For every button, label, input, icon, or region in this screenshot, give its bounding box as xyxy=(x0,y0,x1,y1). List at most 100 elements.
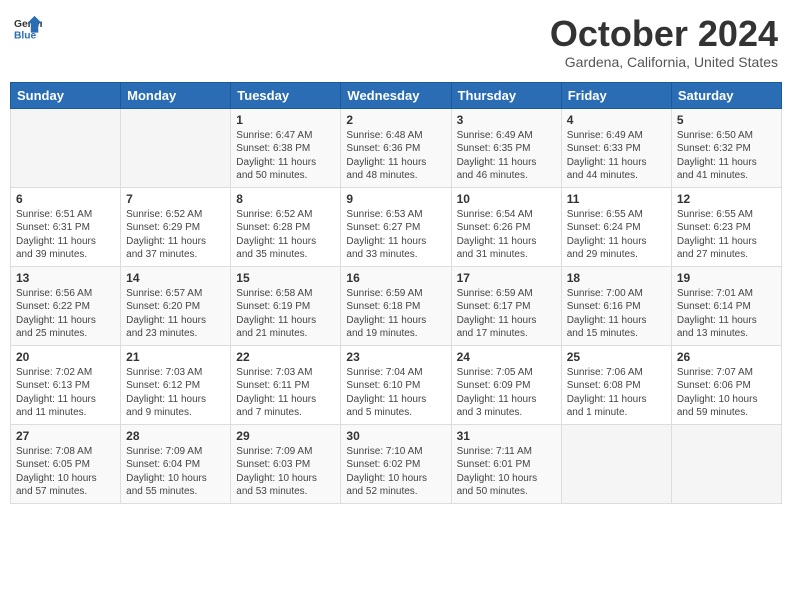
calendar-cell xyxy=(11,108,121,187)
cell-content: Sunrise: 7:00 AMSunset: 6:16 PMDaylight:… xyxy=(567,287,666,341)
sunrise-text: Sunrise: 7:01 AM xyxy=(677,287,776,301)
calendar-cell: 21Sunrise: 7:03 AMSunset: 6:12 PMDayligh… xyxy=(121,345,231,424)
sunrise-text: Sunrise: 6:55 AM xyxy=(567,208,666,222)
cell-content: Sunrise: 7:10 AMSunset: 6:02 PMDaylight:… xyxy=(346,445,445,499)
sunset-text: Sunset: 6:28 PM xyxy=(236,221,335,235)
sunset-text: Sunset: 6:11 PM xyxy=(236,379,335,393)
sunset-text: Sunset: 6:33 PM xyxy=(567,142,666,156)
sunrise-text: Sunrise: 6:56 AM xyxy=(16,287,115,301)
daylight-text: Daylight: 11 hours and 37 minutes. xyxy=(126,235,225,262)
calendar-cell: 2Sunrise: 6:48 AMSunset: 6:36 PMDaylight… xyxy=(341,108,451,187)
sunset-text: Sunset: 6:09 PM xyxy=(457,379,556,393)
day-number: 13 xyxy=(16,271,115,285)
daylight-text: Daylight: 11 hours and 33 minutes. xyxy=(346,235,445,262)
sunrise-text: Sunrise: 6:54 AM xyxy=(457,208,556,222)
calendar-cell: 27Sunrise: 7:08 AMSunset: 6:05 PMDayligh… xyxy=(11,424,121,503)
cell-content: Sunrise: 7:11 AMSunset: 6:01 PMDaylight:… xyxy=(457,445,556,499)
daylight-text: Daylight: 11 hours and 19 minutes. xyxy=(346,314,445,341)
sunrise-text: Sunrise: 7:10 AM xyxy=(346,445,445,459)
day-number: 24 xyxy=(457,350,556,364)
cell-content: Sunrise: 6:49 AMSunset: 6:35 PMDaylight:… xyxy=(457,129,556,183)
cell-content: Sunrise: 6:47 AMSunset: 6:38 PMDaylight:… xyxy=(236,129,335,183)
sunrise-text: Sunrise: 6:49 AM xyxy=(567,129,666,143)
day-number: 12 xyxy=(677,192,776,206)
sunrise-text: Sunrise: 6:48 AM xyxy=(346,129,445,143)
weekday-header: Monday xyxy=(121,82,231,108)
month-title: October 2024 xyxy=(550,14,778,54)
day-number: 1 xyxy=(236,113,335,127)
sunset-text: Sunset: 6:13 PM xyxy=(16,379,115,393)
calendar-cell: 20Sunrise: 7:02 AMSunset: 6:13 PMDayligh… xyxy=(11,345,121,424)
sunrise-text: Sunrise: 6:47 AM xyxy=(236,129,335,143)
calendar-cell: 29Sunrise: 7:09 AMSunset: 6:03 PMDayligh… xyxy=(231,424,341,503)
sunset-text: Sunset: 6:29 PM xyxy=(126,221,225,235)
day-number: 21 xyxy=(126,350,225,364)
daylight-text: Daylight: 11 hours and 3 minutes. xyxy=(457,393,556,420)
calendar-cell: 7Sunrise: 6:52 AMSunset: 6:29 PMDaylight… xyxy=(121,187,231,266)
sunset-text: Sunset: 6:20 PM xyxy=(126,300,225,314)
calendar-cell: 23Sunrise: 7:04 AMSunset: 6:10 PMDayligh… xyxy=(341,345,451,424)
day-number: 5 xyxy=(677,113,776,127)
daylight-text: Daylight: 11 hours and 41 minutes. xyxy=(677,156,776,183)
day-number: 19 xyxy=(677,271,776,285)
sunset-text: Sunset: 6:01 PM xyxy=(457,458,556,472)
weekday-header: Thursday xyxy=(451,82,561,108)
day-number: 22 xyxy=(236,350,335,364)
calendar-week-row: 6 Sunrise: 6:51 AMSunset: 6:31 PMDaylight… xyxy=(11,187,782,266)
weekday-header: Friday xyxy=(561,82,671,108)
sunset-text: Sunset: 6:03 PM xyxy=(236,458,335,472)
sunset-text: Sunset: 6:31 PM xyxy=(16,221,115,235)
daylight-text: Daylight: 10 hours and 53 minutes. xyxy=(236,472,335,499)
calendar-cell xyxy=(121,108,231,187)
daylight-text: Daylight: 11 hours and 29 minutes. xyxy=(567,235,666,262)
calendar-cell: 22 Sunrise: 7:03 AMSunset: 6:11 PMDayligh… xyxy=(231,345,341,424)
daylight-text: Daylight: 11 hours and 11 minutes. xyxy=(16,393,115,420)
daylight-text: Daylight: 11 hours and 17 minutes. xyxy=(457,314,556,341)
cell-content: Sunrise: 7:05 AMSunset: 6:09 PMDaylight:… xyxy=(457,366,556,420)
sunrise-text: Sunrise: 6:50 AM xyxy=(677,129,776,143)
daylight-text: Daylight: 11 hours and 50 minutes. xyxy=(236,156,335,183)
calendar-cell: 31Sunrise: 7:11 AMSunset: 6:01 PMDayligh… xyxy=(451,424,561,503)
calendar-table: SundayMondayTuesdayWednesdayThursdayFrid… xyxy=(10,82,782,504)
day-number: 25 xyxy=(567,350,666,364)
calendar-cell xyxy=(671,424,781,503)
daylight-text: Daylight: 11 hours and 39 minutes. xyxy=(16,235,115,262)
sunrise-text: Sunrise: 6:59 AM xyxy=(346,287,445,301)
calendar-cell: 9Sunrise: 6:53 AMSunset: 6:27 PMDaylight… xyxy=(341,187,451,266)
cell-content: Sunrise: 6:54 AMSunset: 6:26 PMDaylight:… xyxy=(457,208,556,262)
cell-content: Sunrise: 7:02 AMSunset: 6:13 PMDaylight:… xyxy=(16,366,115,420)
day-number: 30 xyxy=(346,429,445,443)
calendar-cell: 1 Sunrise: 6:47 AMSunset: 6:38 PMDaylight… xyxy=(231,108,341,187)
calendar-cell: 10Sunrise: 6:54 AMSunset: 6:26 PMDayligh… xyxy=(451,187,561,266)
daylight-text: Daylight: 10 hours and 52 minutes. xyxy=(346,472,445,499)
calendar-cell: 16Sunrise: 6:59 AMSunset: 6:18 PMDayligh… xyxy=(341,266,451,345)
day-number: 14 xyxy=(126,271,225,285)
daylight-text: Daylight: 11 hours and 13 minutes. xyxy=(677,314,776,341)
sunrise-text: Sunrise: 7:00 AM xyxy=(567,287,666,301)
calendar-cell: 4Sunrise: 6:49 AMSunset: 6:33 PMDaylight… xyxy=(561,108,671,187)
daylight-text: Daylight: 11 hours and 27 minutes. xyxy=(677,235,776,262)
calendar-week-row: 13 Sunrise: 6:56 AMSunset: 6:22 PMDayligh… xyxy=(11,266,782,345)
day-number: 6 xyxy=(16,192,115,206)
sunrise-text: Sunrise: 7:06 AM xyxy=(567,366,666,380)
calendar-cell: 13 Sunrise: 6:56 AMSunset: 6:22 PMDayligh… xyxy=(11,266,121,345)
cell-content: Sunrise: 6:51 AMSunset: 6:31 PMDaylight:… xyxy=(16,208,115,262)
daylight-text: Daylight: 11 hours and 46 minutes. xyxy=(457,156,556,183)
day-number: 28 xyxy=(126,429,225,443)
calendar-cell: 18Sunrise: 7:00 AMSunset: 6:16 PMDayligh… xyxy=(561,266,671,345)
day-number: 4 xyxy=(567,113,666,127)
cell-content: Sunrise: 6:58 AMSunset: 6:19 PMDaylight:… xyxy=(236,287,335,341)
cell-content: Sunrise: 6:55 AMSunset: 6:24 PMDaylight:… xyxy=(567,208,666,262)
cell-content: Sunrise: 7:01 AMSunset: 6:14 PMDaylight:… xyxy=(677,287,776,341)
cell-content: Sunrise: 7:03 AMSunset: 6:11 PMDaylight:… xyxy=(236,366,335,420)
day-number: 2 xyxy=(346,113,445,127)
cell-content: Sunrise: 7:07 AMSunset: 6:06 PMDaylight:… xyxy=(677,366,776,420)
daylight-text: Daylight: 11 hours and 31 minutes. xyxy=(457,235,556,262)
cell-content: Sunrise: 6:53 AMSunset: 6:27 PMDaylight:… xyxy=(346,208,445,262)
day-number: 7 xyxy=(126,192,225,206)
sunrise-text: Sunrise: 7:07 AM xyxy=(677,366,776,380)
cell-content: Sunrise: 6:56 AMSunset: 6:22 PMDaylight:… xyxy=(16,287,115,341)
cell-content: Sunrise: 6:57 AMSunset: 6:20 PMDaylight:… xyxy=(126,287,225,341)
sunset-text: Sunset: 6:36 PM xyxy=(346,142,445,156)
calendar-cell: 8Sunrise: 6:52 AMSunset: 6:28 PMDaylight… xyxy=(231,187,341,266)
